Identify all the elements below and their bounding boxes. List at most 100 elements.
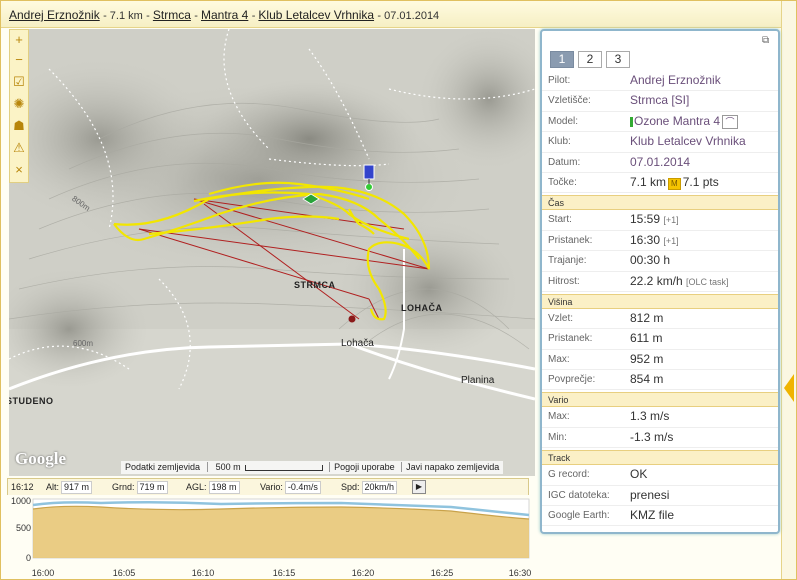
x-tick: 16:05 [113, 568, 136, 578]
vario-min-value: -1.3 m/s [630, 429, 674, 444]
flight-info-panel: ⧉ 123 Pilot: Andrej Erznožnik Vzletišče: S… [540, 29, 780, 534]
glider-icon: ⌒ [722, 114, 739, 129]
tab-2[interactable]: 2 [578, 51, 602, 68]
speed-cell: 22.2 km/h [OLC task] [630, 274, 729, 288]
section-track-title: Track [548, 453, 571, 464]
club-label: Klub: [548, 136, 571, 148]
landing-alt-label: Pristanek: [548, 333, 593, 345]
model-value[interactable]: Ozone Mantra 4 [634, 114, 720, 128]
close-icon[interactable]: × [11, 162, 27, 178]
row-landing: Pristanek: 16:30 [+1] [542, 231, 778, 252]
vario-min-label: Min: [548, 431, 567, 443]
scale-label: 500 m [215, 462, 241, 472]
zoom-out-button[interactable]: − [11, 52, 27, 68]
agl-label: AGL: [186, 482, 207, 492]
points-distance: 7.1 km [630, 174, 667, 189]
zoom-in-button[interactable]: + [11, 32, 27, 48]
terrain-map[interactable]: + − ☑ ✺ ☗ ⚠ × STRMCA LOHAČA STUDENO Loha… [9, 29, 535, 476]
flight-data-bar: 16:12 Alt: 917 m Grnd: 719 m AGL: 198 m Var… [7, 478, 529, 496]
landing-label: Pristanek: [548, 234, 593, 246]
title-bar: Andrej Erznožnik - 7.1 km - Strmca - Man… [1, 1, 782, 28]
section-vario-title: Vario [548, 395, 569, 406]
landing-alt-value: 611 m [630, 331, 663, 346]
thermals-icon[interactable]: ✺ [11, 96, 27, 112]
kmz-link[interactable]: KMZ file [630, 508, 674, 522]
avg-alt-value: 854 m [630, 372, 664, 387]
row-google-earth: Google Earth: KMZ file [542, 506, 778, 527]
section-cas-title: Čas [548, 198, 565, 209]
speed-value: 22.2 km/h [630, 273, 683, 288]
pilot-link[interactable]: Andrej Erznožnik [9, 8, 100, 22]
road-planina: Planina [461, 375, 495, 386]
start-value: 15:59 [630, 212, 661, 227]
takeoff-alt-value: 812 m [630, 310, 664, 325]
site-value[interactable]: Strmca [SI] [630, 93, 689, 107]
vario-label: Vario: [260, 482, 283, 492]
model-label: Model: [548, 115, 579, 127]
restore-icon[interactable]: ⧉ [762, 35, 774, 46]
report-error-link[interactable]: Javi napako zemljevida [401, 462, 504, 472]
vario-max-value: 1.3 m/s [630, 409, 670, 424]
map-footer: Podatki zemljevida 500 m Pogoji uporabe … [121, 461, 504, 474]
points-value: 7.1 pts [682, 174, 719, 189]
site-link[interactable]: Strmca [153, 8, 191, 22]
grecord-value: OK [630, 467, 648, 482]
speed-note: [OLC task] [686, 276, 729, 287]
landing-value: 16:30 [630, 232, 661, 247]
y-tick: 500 [16, 523, 31, 533]
pilot-value[interactable]: Andrej Erznožnik [630, 73, 721, 87]
glider-icon[interactable]: ☗ [11, 118, 27, 134]
warning-icon[interactable]: ⚠ [11, 140, 27, 156]
agl-readout: AGL: 198 m [186, 479, 240, 495]
pilot-label: Pilot: [548, 75, 571, 86]
google-earth-label: Google Earth: [548, 510, 610, 522]
row-start: Start: 15:59 [+1] [542, 210, 778, 231]
tab-3[interactable]: 3 [606, 51, 630, 68]
info-rows: Pilot: Andrej Erznožnik Vzletišče: Strmca … [542, 71, 778, 527]
row-grecord: G record: OK [542, 465, 778, 486]
date-value[interactable]: 07.01.2014 [630, 155, 690, 169]
points-label: Točke: [548, 176, 577, 188]
alt-value: 917 m [61, 481, 93, 494]
tab-1[interactable]: 1 [550, 51, 574, 68]
time-readout: 16:12 [11, 482, 34, 492]
site-label: Vzletišče: [548, 95, 591, 107]
agl-value: 198 m [208, 481, 240, 494]
vario-readout: Vario: -0.4m/s [260, 479, 321, 495]
ground-readout: Grnd: 719 m [112, 479, 168, 495]
duration-label: Trajanje: [548, 255, 587, 267]
row-max-alt: Max: 952 m [542, 350, 778, 371]
x-tick: 16:25 [431, 568, 454, 578]
collapse-arrow-icon[interactable] [784, 374, 794, 402]
play-button[interactable]: ▶ [412, 480, 426, 494]
section-visina: Višina [542, 293, 778, 309]
y-tick: 0 [26, 553, 31, 563]
row-vario-max: Max: 1.3 m/s [542, 407, 778, 428]
flight-window: Andrej Erznožnik - 7.1 km - Strmca - Man… [0, 0, 797, 580]
glider-link[interactable]: Mantra 4 [201, 8, 248, 22]
grnd-label: Grnd: [112, 482, 135, 492]
map-scale: 500 m [206, 462, 327, 472]
club-link[interactable]: Klub Letalcev Vrhnika [258, 8, 374, 22]
igc-label: IGC datoteka: [548, 489, 610, 501]
model-cell: Ozone Mantra 4 ⌒ [630, 114, 739, 129]
title-date: 07.01.2014 [384, 10, 440, 22]
max-alt-value: 952 m [630, 351, 664, 366]
label-strmca: STRMCA [294, 280, 336, 290]
igc-download-link[interactable]: prenesi [630, 488, 669, 502]
row-avg-alt: Povprečje: 854 m [542, 370, 778, 391]
speed-label: Hitrost: [548, 275, 580, 287]
x-tick: 16:10 [192, 568, 215, 578]
landing-cell: 16:30 [+1] [630, 233, 679, 247]
terms-link[interactable]: Pogoji uporabe [329, 462, 399, 472]
vario-max-label: Max: [548, 411, 570, 423]
layers-checkbox-icon[interactable]: ☑ [11, 74, 27, 90]
map-data-link[interactable]: Podatki zemljevida [121, 462, 204, 472]
altitude-profile[interactable]: 1000 500 0 16:00 16:05 16:10 16:15 16:20… [1, 495, 535, 579]
label-lohaca: LOHAČA [401, 303, 443, 313]
club-value[interactable]: Klub Letalcev Vrhnika [630, 134, 746, 148]
map-terrain [9, 29, 535, 476]
google-logo: Google [15, 449, 66, 468]
title-distance: 7.1 km [109, 10, 143, 22]
row-speed: Hitrost: 22.2 km/h [OLC task] [542, 272, 778, 292]
